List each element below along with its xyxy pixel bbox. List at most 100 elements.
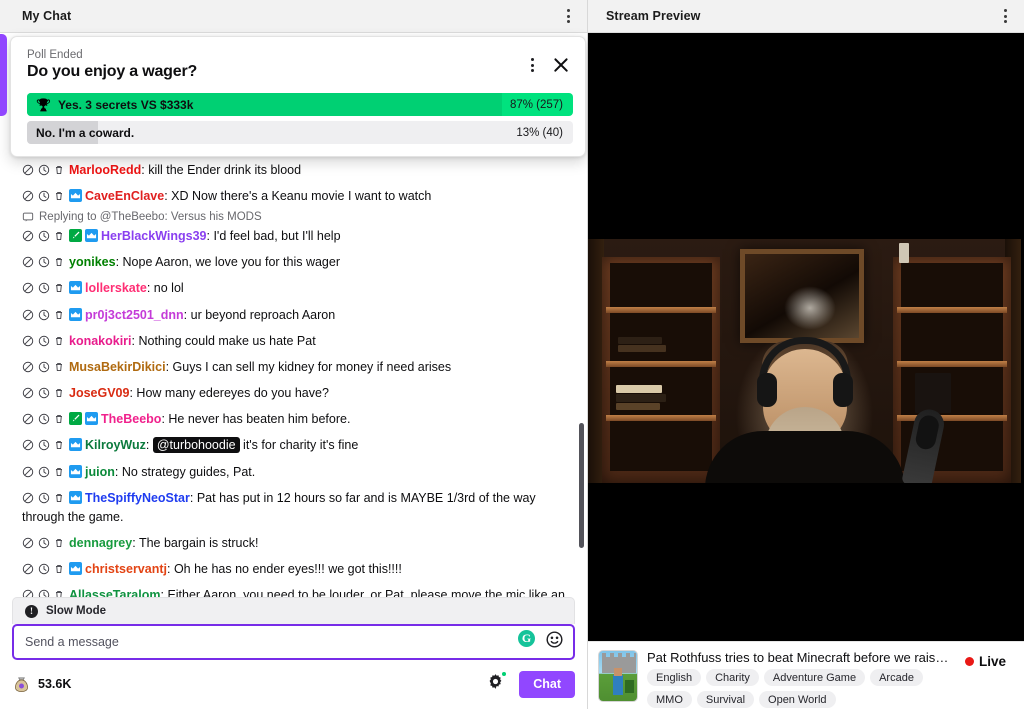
stream-tag[interactable]: Survival — [696, 691, 755, 708]
mod-action-icons[interactable] — [22, 492, 65, 504]
mod-action-icons[interactable] — [22, 256, 65, 268]
chat-username[interactable]: lollerskate — [85, 281, 147, 295]
timeout-icon[interactable] — [38, 537, 50, 549]
delete-icon[interactable] — [53, 361, 65, 373]
send-chat-button[interactable]: Chat — [519, 670, 575, 698]
timeout-icon[interactable] — [38, 439, 50, 451]
chat-username[interactable]: MusaBekirDikici — [69, 360, 166, 374]
chat-username[interactable]: TheBeebo — [101, 412, 161, 426]
delete-icon[interactable] — [53, 466, 65, 478]
ban-icon[interactable] — [22, 256, 34, 268]
chat-username[interactable]: CaveEnClave — [85, 189, 164, 203]
mod-action-icons[interactable] — [22, 413, 65, 425]
ban-icon[interactable] — [22, 466, 34, 478]
grammarly-icon[interactable]: G — [518, 630, 535, 647]
user-mention[interactable]: @turbohoodie — [152, 437, 240, 454]
delete-icon[interactable] — [53, 164, 65, 176]
chat-message[interactable]: MarlooRedd: kill the Ender drink its blo… — [22, 157, 573, 183]
mod-action-icons[interactable] — [22, 563, 65, 575]
emote-smiley-icon[interactable] — [546, 631, 563, 653]
ban-icon[interactable] — [22, 309, 34, 321]
delete-icon[interactable] — [53, 309, 65, 321]
chat-username[interactable]: pr0j3ct2501_dnn — [85, 308, 184, 322]
timeout-icon[interactable] — [38, 164, 50, 176]
timeout-icon[interactable] — [38, 190, 50, 202]
ban-icon[interactable] — [22, 492, 34, 504]
poll-menu-icon[interactable] — [528, 55, 537, 75]
chat-message[interactable]: konakokiri: Nothing could make us hate P… — [22, 328, 573, 354]
chat-message[interactable]: TheBeebo: He never has beaten him before… — [22, 407, 573, 433]
timeout-icon[interactable] — [38, 563, 50, 575]
ban-icon[interactable] — [22, 413, 34, 425]
chat-message[interactable]: christservantj: Oh he has no ender eyes!… — [22, 557, 573, 583]
mod-action-icons[interactable] — [22, 309, 65, 321]
bits-balance[interactable]: 53.6K — [12, 675, 71, 694]
chat-username[interactable]: yonikes — [69, 255, 116, 269]
ban-icon[interactable] — [22, 335, 34, 347]
chat-message[interactable]: JoseGV09: How many edereyes do you have? — [22, 381, 573, 407]
delete-icon[interactable] — [53, 282, 65, 294]
timeout-icon[interactable] — [38, 466, 50, 478]
timeout-icon[interactable] — [38, 492, 50, 504]
delete-icon[interactable] — [53, 439, 65, 451]
delete-icon[interactable] — [53, 413, 65, 425]
chat-message[interactable]: MusaBekirDikici: Guys I can sell my kidn… — [22, 354, 573, 380]
chat-input-box[interactable]: G — [12, 624, 575, 660]
stream-video-player[interactable] — [588, 33, 1024, 641]
chat-message[interactable]: TheSpiffyNeoStar: Pat has put in 12 hour… — [22, 485, 573, 530]
chat-message[interactable]: juion: No strategy guides, Pat. — [22, 459, 573, 485]
delete-icon[interactable] — [53, 256, 65, 268]
timeout-icon[interactable] — [38, 413, 50, 425]
poll-option-row[interactable]: No. I'm a coward. 13% (40) — [27, 121, 573, 144]
timeout-icon[interactable] — [38, 361, 50, 373]
timeout-icon[interactable] — [38, 589, 50, 597]
ban-icon[interactable] — [22, 387, 34, 399]
mod-action-icons[interactable] — [22, 164, 65, 176]
ban-icon[interactable] — [22, 230, 34, 242]
chat-settings-button[interactable] — [486, 671, 508, 696]
stream-tag[interactable]: Adventure Game — [763, 669, 866, 686]
ban-icon[interactable] — [22, 589, 34, 597]
chat-username[interactable]: HerBlackWings39 — [101, 229, 207, 243]
timeout-icon[interactable] — [38, 387, 50, 399]
timeout-icon[interactable] — [38, 335, 50, 347]
chat-message[interactable]: CaveEnClave: XD Now there's a Keanu movi… — [22, 183, 573, 209]
chat-message[interactable]: lollerskate: no lol — [22, 276, 573, 302]
timeout-icon[interactable] — [38, 256, 50, 268]
chat-message[interactable]: pr0j3ct2501_dnn: ur beyond reproach Aaro… — [22, 302, 573, 328]
chat-message[interactable]: dennagrey: The bargain is struck! — [22, 530, 573, 556]
chat-username[interactable]: christservantj — [85, 562, 167, 576]
ban-icon[interactable] — [22, 164, 34, 176]
mod-action-icons[interactable] — [22, 335, 65, 347]
stream-tag[interactable]: Charity — [706, 669, 759, 686]
ban-icon[interactable] — [22, 361, 34, 373]
chat-scrollbar-thumb[interactable] — [579, 423, 584, 548]
chat-username[interactable]: KilroyWuz — [85, 438, 146, 452]
mod-action-icons[interactable] — [22, 387, 65, 399]
timeout-icon[interactable] — [38, 230, 50, 242]
delete-icon[interactable] — [53, 335, 65, 347]
delete-icon[interactable] — [53, 387, 65, 399]
mod-action-icons[interactable] — [22, 282, 65, 294]
ban-icon[interactable] — [22, 439, 34, 451]
poll-close-icon[interactable] — [551, 55, 571, 75]
chat-username[interactable]: dennagrey — [69, 536, 132, 550]
delete-icon[interactable] — [53, 230, 65, 242]
mod-action-icons[interactable] — [22, 361, 65, 373]
ban-icon[interactable] — [22, 537, 34, 549]
sidebar-collapse-handle[interactable] — [0, 34, 7, 116]
chat-message[interactable]: yonikes: Nope Aaron, we love you for thi… — [22, 250, 573, 276]
chat-username[interactable]: MarlooRedd — [69, 163, 141, 177]
stream-tag[interactable]: MMO — [647, 691, 692, 708]
stream-tag[interactable]: Open World — [759, 691, 836, 708]
delete-icon[interactable] — [53, 589, 65, 597]
delete-icon[interactable] — [53, 190, 65, 202]
delete-icon[interactable] — [53, 563, 65, 575]
chat-message[interactable]: KilroyWuz: @turbohoodie it's for charity… — [22, 433, 573, 459]
timeout-icon[interactable] — [38, 309, 50, 321]
delete-icon[interactable] — [53, 492, 65, 504]
chat-username[interactable]: AllasseTaralom — [69, 588, 160, 597]
minecraft-thumbnail[interactable] — [598, 650, 638, 702]
chat-message-input[interactable] — [25, 635, 509, 649]
mod-action-icons[interactable] — [22, 466, 65, 478]
